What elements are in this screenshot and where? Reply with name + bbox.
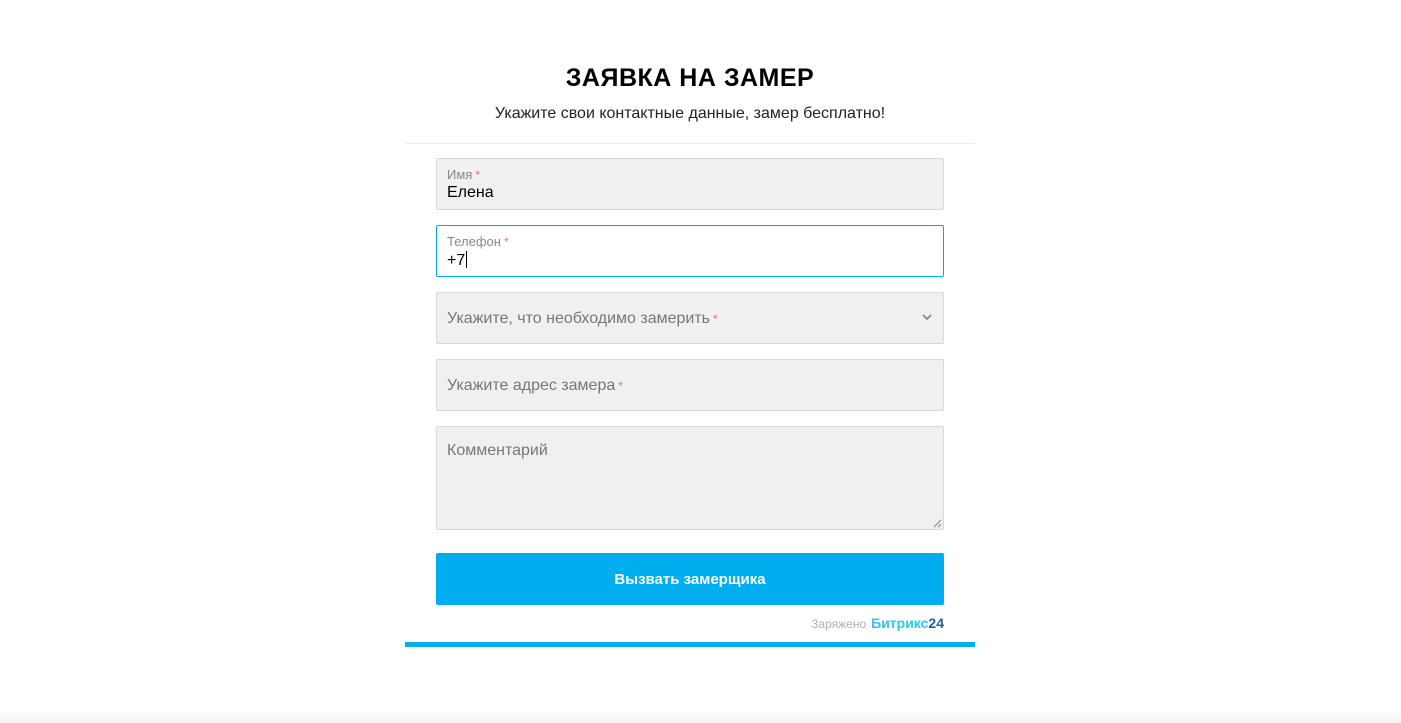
chevron-down-icon[interactable] — [922, 313, 932, 321]
brand-number: 24 — [928, 615, 944, 631]
name-field-label: Имя * — [447, 167, 480, 182]
phone-label-text: Телефон — [447, 234, 501, 249]
phone-field-value: +7 — [447, 251, 468, 270]
required-mark: * — [475, 168, 480, 182]
text-cursor — [466, 251, 468, 268]
name-label-text: Имя — [447, 167, 473, 182]
form-title: ЗАЯВКА НА ЗАМЕР — [565, 64, 815, 92]
measure-type-select[interactable]: Укажите, что необходимо замерить * — [436, 292, 944, 344]
form-subtitle: Укажите свои контактные данные, замер бе… — [494, 105, 886, 122]
phone-field[interactable]: Телефон * +7 — [436, 225, 944, 277]
phone-value-text: +7 — [447, 252, 466, 269]
required-mark: * — [618, 379, 623, 393]
page: ЗАЯВКА НА ЗАМЕР Укажите свои контактные … — [0, 0, 1401, 723]
address-placeholder: Укажите адрес замера * — [447, 377, 623, 395]
name-field[interactable]: Имя * Елена — [436, 158, 944, 210]
page-bottom-shade — [0, 709, 1401, 723]
powered-by-label: Заряжено — [811, 617, 867, 631]
submit-button[interactable]: Вызвать замерщика — [436, 553, 944, 605]
measure-type-placeholder-text: Укажите, что необходимо замерить — [447, 310, 710, 327]
comment-placeholder: Комментарий — [447, 442, 548, 459]
form-bottom-bar — [405, 642, 975, 647]
name-field-value: Елена — [447, 184, 494, 201]
brand-name: Битрикс — [871, 615, 929, 631]
resize-grip-icon[interactable] — [933, 519, 942, 528]
comment-textarea[interactable]: Комментарий — [436, 426, 944, 530]
address-field[interactable]: Укажите адрес замера * — [436, 359, 944, 411]
header-divider — [405, 143, 975, 144]
measure-type-placeholder: Укажите, что необходимо замерить * — [447, 310, 718, 328]
address-placeholder-text: Укажите адрес замера — [447, 377, 616, 394]
phone-field-label: Телефон * — [447, 234, 509, 249]
required-mark: * — [712, 312, 718, 326]
required-mark: * — [503, 235, 509, 249]
powered-by[interactable]: Заряжено Битрикс24 — [811, 615, 944, 631]
bitrix24-logo[interactable]: Битрикс24 — [871, 615, 944, 631]
